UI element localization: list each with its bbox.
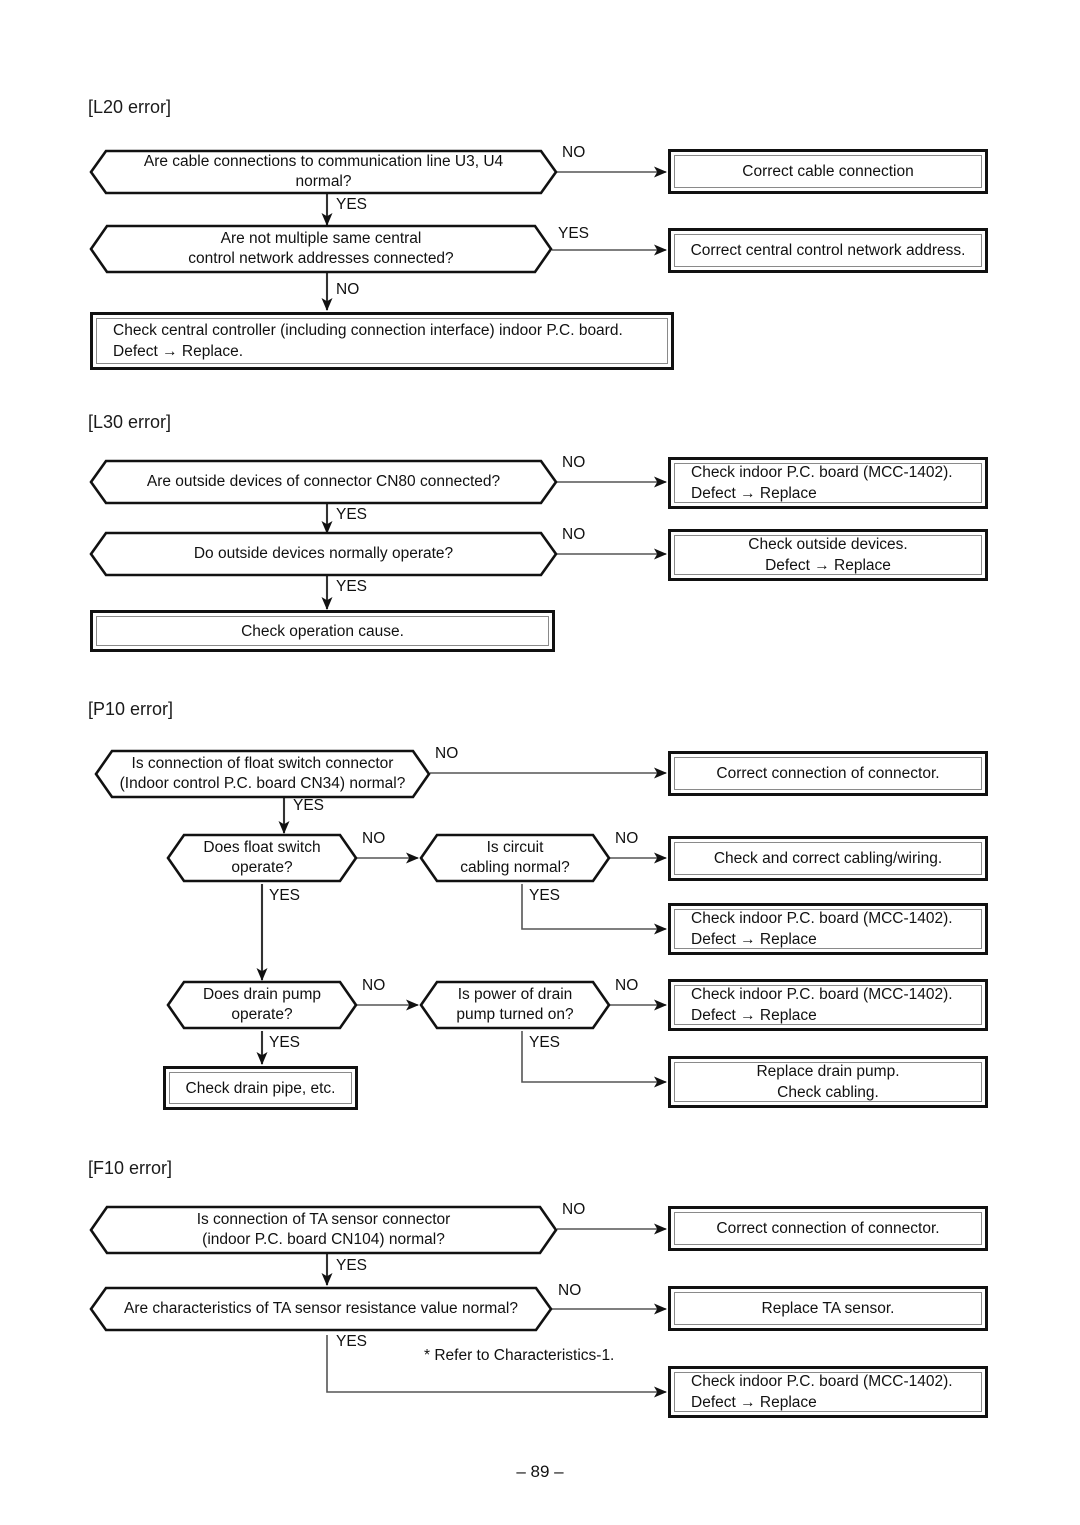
result-p10-check-correct-cabling[interactable]: Check and correct cabling/wiring. bbox=[668, 836, 988, 881]
result-text: Check indoor P.C. board (MCC-1402). Defe… bbox=[691, 910, 953, 948]
edge-label-yes: YES bbox=[529, 1034, 561, 1051]
edge-label-no: NO bbox=[362, 977, 386, 994]
result-l30-check-operation-cause[interactable]: Check operation cause. bbox=[90, 610, 555, 652]
edge-label-no: NO bbox=[615, 830, 639, 847]
result-p10-check-indoor-pc-board-2[interactable]: Check indoor P.C. board (MCC-1402). Defe… bbox=[668, 979, 988, 1031]
edge-label-yes: YES bbox=[336, 1257, 368, 1274]
edge-label-yes: YES bbox=[293, 797, 325, 814]
result-text: Check drain pipe, etc. bbox=[185, 1079, 336, 1097]
section-title-p10: [P10 error] bbox=[88, 699, 174, 719]
section-title-l20: [L20 error] bbox=[88, 97, 172, 117]
result-text: Replace TA sensor. bbox=[761, 1300, 895, 1317]
decision-label: Are cable connections to communication l… bbox=[143, 153, 504, 190]
edge-label-no: NO bbox=[435, 745, 459, 762]
result-text: Check indoor P.C. board (MCC-1402). Defe… bbox=[691, 986, 953, 1024]
result-p10-correct-connector[interactable]: Correct connection of connector. bbox=[668, 751, 988, 796]
result-text: Check central controller (including conn… bbox=[113, 322, 623, 360]
result-f10-replace-ta-sensor[interactable]: Replace TA sensor. bbox=[668, 1286, 988, 1331]
decision-p10-drain-pump-operate[interactable]: Does drain pump operate? bbox=[166, 980, 358, 1030]
section-title-f10: [F10 error] bbox=[88, 1158, 173, 1178]
result-text: Correct connection of connector. bbox=[716, 1220, 940, 1237]
result-text: Check indoor P.C. board (MCC-1402). Defe… bbox=[691, 1373, 953, 1411]
decision-p10-drain-pump-power[interactable]: Is power of drain pump turned on? bbox=[419, 980, 611, 1030]
decision-p10-float-switch-operate[interactable]: Does float switch operate? bbox=[166, 833, 358, 883]
decision-label: Is connection of TA sensor connector (in… bbox=[196, 1211, 451, 1248]
decision-f10-ta-sensor-connector[interactable]: Is connection of TA sensor connector (in… bbox=[89, 1205, 558, 1255]
decision-label: Are characteristics of TA sensor resista… bbox=[124, 1300, 518, 1317]
decision-p10-circuit-cabling[interactable]: Is circuit cabling normal? bbox=[419, 833, 611, 883]
result-text: Replace drain pump. Check cabling. bbox=[756, 1063, 900, 1101]
edge-label-yes: YES bbox=[269, 887, 301, 904]
result-text: Correct central control network address. bbox=[690, 242, 966, 259]
decision-l20-duplicate-addresses[interactable]: Are not multiple same central control ne… bbox=[89, 224, 553, 274]
result-text: Correct connection of connector. bbox=[716, 765, 940, 782]
section-title-l30: [L30 error] bbox=[88, 412, 172, 432]
result-text: Correct cable connection bbox=[742, 163, 914, 180]
edge-label-yes: YES bbox=[336, 578, 368, 595]
decision-label: Is circuit cabling normal? bbox=[460, 839, 570, 876]
edge-label-no: NO bbox=[558, 1282, 582, 1299]
edge-label-no: NO bbox=[562, 1201, 586, 1218]
edge-label-no: NO bbox=[562, 454, 586, 471]
edge-label-yes: YES bbox=[336, 196, 368, 213]
result-text: Check indoor P.C. board (MCC-1402). Defe… bbox=[691, 464, 953, 502]
result-f10-correct-connector[interactable]: Correct connection of connector. bbox=[668, 1206, 988, 1251]
edge-label-no: NO bbox=[336, 281, 360, 298]
decision-l30-outside-devices-operate[interactable]: Do outside devices normally operate? bbox=[89, 531, 558, 577]
result-l20-correct-network-address[interactable]: Correct central control network address. bbox=[668, 228, 988, 273]
edge-label-yes: YES bbox=[269, 1034, 301, 1051]
edge-label-yes: YES bbox=[336, 506, 368, 523]
result-l30-check-indoor-pc-board[interactable]: Check indoor P.C. board (MCC-1402). Defe… bbox=[668, 457, 988, 509]
result-f10-check-indoor-pc-board[interactable]: Check indoor P.C. board (MCC-1402). Defe… bbox=[668, 1366, 988, 1418]
edge-label-yes: YES bbox=[529, 887, 561, 904]
decision-p10-float-switch-connector[interactable]: Is connection of float switch connector … bbox=[94, 749, 431, 799]
result-l30-check-outside-devices[interactable]: Check outside devices. Defect → Replace bbox=[668, 529, 988, 581]
decision-l30-outside-devices-connected[interactable]: Are outside devices of connector CN80 co… bbox=[89, 459, 558, 505]
flowchart-page: [L20 error] Are cable connections to com… bbox=[0, 0, 1080, 1525]
decision-label: Is connection of float switch connector … bbox=[119, 755, 406, 792]
result-text: Check and correct cabling/wiring. bbox=[713, 850, 943, 867]
result-p10-check-indoor-pc-board-1[interactable]: Check indoor P.C. board (MCC-1402). Defe… bbox=[668, 903, 988, 955]
decision-label: Do outside devices normally operate? bbox=[193, 545, 454, 562]
decision-label: Are not multiple same central control ne… bbox=[188, 230, 454, 267]
result-p10-check-drain-pipe[interactable]: Check drain pipe, etc. bbox=[163, 1066, 358, 1110]
decision-label: Is power of drain pump turned on? bbox=[456, 986, 574, 1023]
result-l20-check-central-controller[interactable]: Check central controller (including conn… bbox=[90, 312, 674, 370]
edge-label-yes: YES bbox=[336, 1333, 368, 1350]
result-p10-replace-drain-pump[interactable]: Replace drain pump. Check cabling. bbox=[668, 1056, 988, 1108]
result-text: Check outside devices. Defect → Replace bbox=[748, 536, 908, 574]
page-number: – 89 – bbox=[516, 1462, 564, 1481]
edge-label-no: NO bbox=[615, 977, 639, 994]
note-refer-characteristics: * Refer to Characteristics-1. bbox=[424, 1347, 615, 1364]
result-text: Check operation cause. bbox=[241, 622, 404, 640]
edge-label-yes: YES bbox=[558, 225, 590, 242]
result-l20-correct-cable-connection[interactable]: Correct cable connection bbox=[668, 149, 988, 194]
edge-label-no: NO bbox=[562, 144, 586, 161]
decision-l20-cable-connections[interactable]: Are cable connections to communication l… bbox=[89, 149, 558, 195]
edge-label-no: NO bbox=[362, 830, 386, 847]
decision-label: Does drain pump operate? bbox=[202, 986, 322, 1023]
decision-label: Does float switch operate? bbox=[203, 839, 321, 876]
decision-label: Are outside devices of connector CN80 co… bbox=[146, 473, 501, 490]
decision-f10-ta-sensor-resistance[interactable]: Are characteristics of TA sensor resista… bbox=[89, 1286, 553, 1332]
edge-label-no: NO bbox=[562, 526, 586, 543]
